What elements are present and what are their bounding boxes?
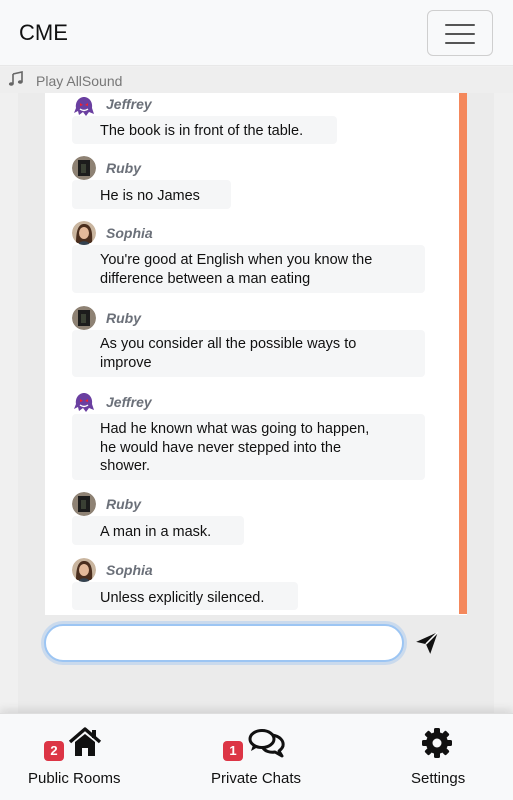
bottom-navbar: 2 Public Rooms 1 Private Chats Settings: [0, 713, 513, 800]
message-bubble: Had he known what was going to happen, h…: [72, 414, 425, 480]
message-bubble: A man in a mask.: [72, 516, 244, 545]
message-author: Jeffrey: [106, 96, 152, 112]
app-brand[interactable]: CME: [19, 20, 68, 46]
tab-label: Public Rooms: [28, 770, 121, 787]
message-input[interactable]: [44, 624, 404, 662]
message-bubble: As you consider all the possible ways to…: [72, 330, 425, 377]
tab-label: Private Chats: [211, 770, 302, 787]
message-text: He is no James: [100, 188, 200, 204]
chat-scroll-indicator[interactable]: [459, 93, 467, 614]
send-icon[interactable]: [414, 630, 440, 656]
tab-private-chats[interactable]: 1 Private Chats: [171, 714, 342, 800]
chat-bubbles-icon: [248, 729, 285, 758]
portrait-avatar: [72, 558, 96, 582]
home-icon: [68, 727, 102, 756]
message-author: Ruby: [106, 160, 141, 176]
message-bubble: You're good at English when you know the…: [72, 245, 425, 293]
message-author: Ruby: [106, 310, 141, 326]
message-text: You're good at English when you know the: [100, 252, 373, 268]
message-author: Sophia: [106, 225, 153, 241]
message-author: Ruby: [106, 496, 141, 512]
message-text: As you consider all the possible ways to: [100, 336, 357, 352]
message-text: The book is in front of the table.: [100, 123, 304, 139]
private-chats-badge: 1: [223, 741, 243, 761]
public-rooms-badge: 2: [44, 741, 64, 761]
tab-public-rooms[interactable]: 2 Public Rooms: [0, 714, 171, 800]
tab-label: Settings: [411, 770, 466, 787]
message-text: improve: [100, 354, 152, 371]
message-text: Unless explicitly silenced.: [100, 590, 265, 606]
message-text: A man in a mask.: [100, 524, 212, 540]
ghost-avatar: [72, 390, 96, 414]
message-bubble: The book is in front of the table.: [72, 116, 337, 144]
message-text: he would have never stepped into the: [100, 439, 342, 456]
message-text: shower.: [100, 458, 150, 474]
gear-icon: [422, 728, 452, 758]
dark-photo-avatar: [72, 306, 96, 330]
play-all-sound-label[interactable]: Play AllSound: [36, 73, 122, 89]
message-text: difference between a man eating: [100, 270, 311, 287]
message-list[interactable]: Jeffrey The book is in front of the tabl…: [45, 93, 467, 615]
hamburger-icon: [445, 24, 475, 26]
music-note-icon: [8, 71, 23, 86]
dark-photo-avatar: [72, 492, 96, 516]
message-bubble: He is no James: [72, 180, 231, 209]
message-author: Sophia: [106, 562, 153, 578]
play-all-sound-bar[interactable]: Play AllSound: [0, 67, 513, 93]
message-bubble: Unless explicitly silenced.: [72, 582, 298, 610]
top-navbar: CME: [0, 0, 513, 66]
portrait-avatar: [72, 221, 96, 245]
menu-toggle-button[interactable]: [427, 10, 493, 56]
ghost-avatar: [72, 94, 96, 118]
message-author: Jeffrey: [106, 394, 152, 410]
message-text: Had he known what was going to happen,: [100, 421, 370, 437]
dark-photo-avatar: [72, 156, 96, 180]
tab-settings[interactable]: Settings: [342, 714, 513, 800]
